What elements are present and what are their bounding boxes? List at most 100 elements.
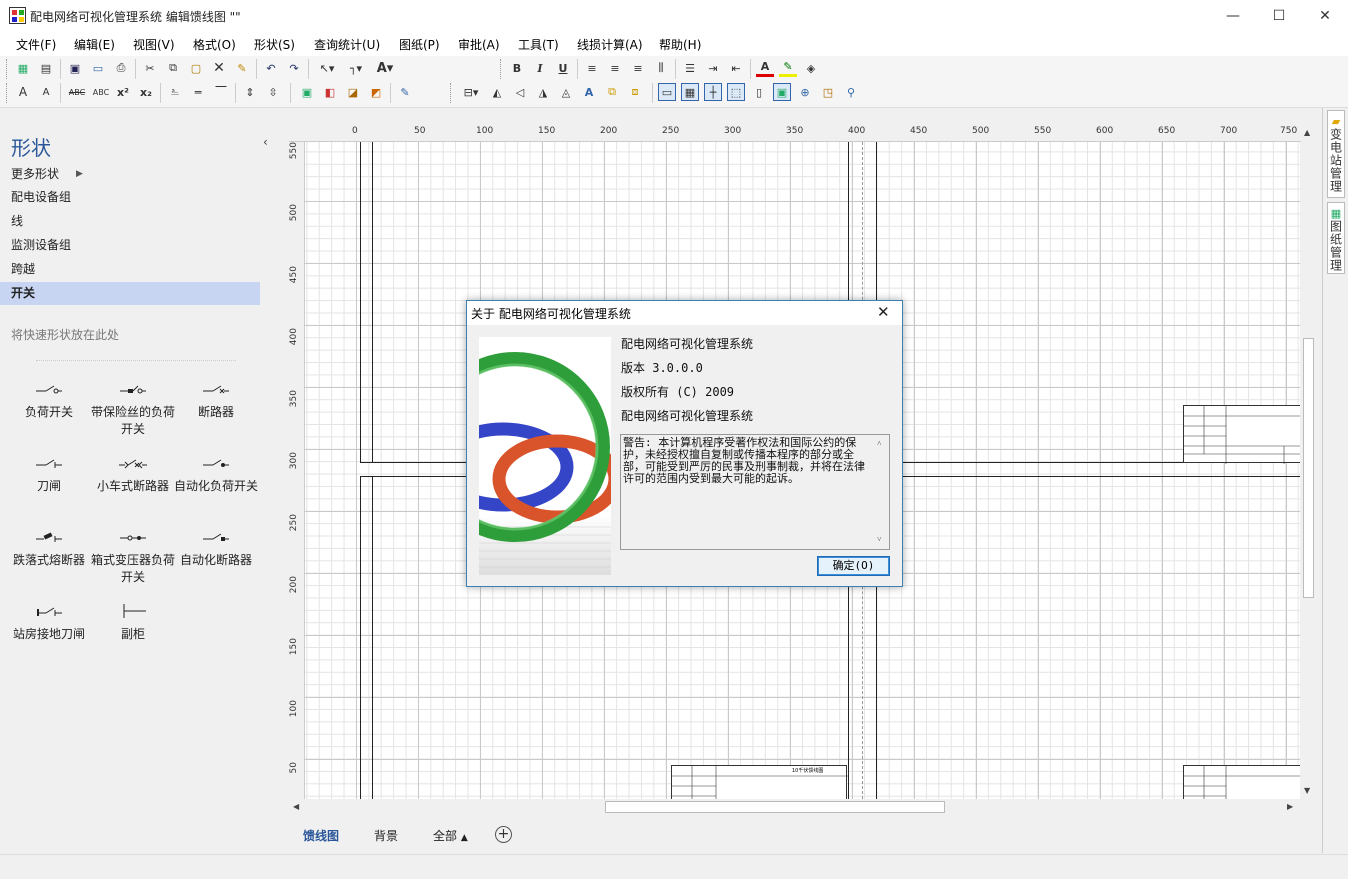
vertical-scroll-thumb[interactable] <box>1303 338 1314 598</box>
small-caps-button[interactable]: ABC <box>90 83 112 101</box>
menu-view[interactable]: 视图(V) <box>133 36 175 53</box>
format-painter-icon[interactable]: ✎ <box>233 59 251 77</box>
ok-button[interactable]: 确定(O) <box>817 556 890 576</box>
menu-drawing[interactable]: 图纸(P) <box>399 36 440 53</box>
menu-lineloss[interactable]: 线损计算(A) <box>577 36 643 53</box>
indent-icon[interactable]: ⇥ <box>704 59 722 77</box>
maximize-button[interactable]: ☐ <box>1256 0 1302 32</box>
theme-icon[interactable]: ◩ <box>367 83 385 101</box>
fill-icon[interactable]: ◈ <box>802 59 820 77</box>
category-distribution-group[interactable]: 配电设备组 <box>0 186 260 209</box>
stencil-fused-load-switch[interactable]: 带保险丝的负荷开关 <box>91 378 175 438</box>
line-spacing-up-icon[interactable]: ⇕ <box>241 83 259 101</box>
category-switch[interactable]: 开关 <box>0 282 260 305</box>
new-icon[interactable]: ▦ <box>14 59 32 77</box>
stencil-trolley-breaker[interactable]: 小车式断路器 <box>91 452 175 495</box>
strikethrough-button[interactable]: ABC <box>66 83 88 101</box>
undo-icon[interactable]: ↶ <box>262 59 280 77</box>
ungroup-icon[interactable]: ⧈ <box>626 83 644 101</box>
menu-help[interactable]: 帮助(H) <box>659 36 701 53</box>
template-icon[interactable]: ▤ <box>37 59 55 77</box>
valign-bottom-icon[interactable]: ⎁ <box>166 83 184 101</box>
align-left-icon[interactable]: ≡ <box>583 59 601 77</box>
connector-tool-icon[interactable]: ┐▾ <box>342 59 370 77</box>
ruler-toggle-icon[interactable]: ▭ <box>658 83 676 101</box>
zoom-icon[interactable]: ⊕ <box>796 83 814 101</box>
bold-button[interactable]: B <box>508 59 526 77</box>
page-setup-icon[interactable]: ▯ <box>750 83 768 101</box>
superscript-button[interactable]: x² <box>114 83 132 101</box>
pointer-tool-icon[interactable]: ↖▾ <box>314 59 340 77</box>
scroll-down-icon[interactable]: ▼ <box>1304 786 1310 795</box>
connection-points-icon[interactable]: ⬚ <box>727 83 745 101</box>
save-icon[interactable]: ▣ <box>66 59 84 77</box>
scroll-right-icon[interactable]: ▶ <box>1287 802 1293 811</box>
italic-button[interactable]: I <box>531 59 549 77</box>
tab-substation-management[interactable]: ▰ 变电站管理 <box>1327 110 1345 198</box>
minimize-button[interactable]: — <box>1210 0 1256 32</box>
flip-h-icon[interactable]: ◭ <box>488 83 506 101</box>
category-line[interactable]: 线 <box>0 210 260 233</box>
menu-approve[interactable]: 审批(A) <box>458 36 500 53</box>
outdent-icon[interactable]: ⇤ <box>727 59 745 77</box>
valign-middle-icon[interactable]: ═ <box>189 83 207 101</box>
paste-icon[interactable]: ▢ <box>187 59 205 77</box>
toolbar-grip[interactable] <box>450 83 453 103</box>
toolbar-grip[interactable] <box>6 83 9 103</box>
subscript-button[interactable]: x₂ <box>137 83 155 101</box>
group-icon[interactable]: ⧉ <box>603 83 621 101</box>
shrink-font-button[interactable]: A <box>37 83 55 101</box>
scroll-down-icon[interactable]: ˅ <box>877 534 882 546</box>
add-page-button[interactable]: + <box>495 826 512 843</box>
scroll-left-icon[interactable]: ◀ <box>293 802 299 811</box>
layer-icon[interactable]: ◪ <box>344 83 362 101</box>
grid-toggle-icon[interactable]: ▦ <box>681 83 699 101</box>
font-color-button[interactable]: A <box>756 59 774 77</box>
more-shapes-item[interactable]: 更多形状 ▶ <box>0 163 260 186</box>
align-center-icon[interactable]: ≡ <box>606 59 624 77</box>
cut-icon[interactable]: ✂ <box>141 59 159 77</box>
stencil-auto-load-switch[interactable]: 自动化负荷开关 <box>174 452 258 495</box>
guides-toggle-icon[interactable]: ┼ <box>704 83 722 101</box>
bullets-icon[interactable]: ☰ <box>681 59 699 77</box>
copy-icon[interactable]: ⧉ <box>164 59 182 77</box>
highlight-icon[interactable]: ✎ <box>779 59 797 77</box>
insert-shape-icon[interactable]: ◧ <box>321 83 339 101</box>
stencil-box-transformer-switch[interactable]: 箱式变压器负荷开关 <box>91 526 175 586</box>
stencil-load-switch[interactable]: 负荷开关 <box>7 378 91 421</box>
tab-drawing-management[interactable]: ▦ 图纸管理 <box>1327 202 1345 274</box>
align-right-icon[interactable]: ≡ <box>629 59 647 77</box>
pan-zoom-icon[interactable]: ▣ <box>773 83 791 101</box>
distribute-icon[interactable]: ⫼ <box>652 59 670 77</box>
underline-button[interactable]: U <box>554 59 572 77</box>
grow-font-button[interactable]: A <box>14 83 32 101</box>
warning-textbox[interactable]: 警告: 本计算机程序受著作权法和国际公约的保护，未经授权擅自复制或传播本程序的部… <box>620 434 890 550</box>
line-spacing-down-icon[interactable]: ⇳ <box>264 83 282 101</box>
print-icon[interactable]: ⎙ <box>112 59 130 77</box>
text-rotate-icon[interactable]: A <box>580 83 598 101</box>
toolbar-grip[interactable] <box>6 59 9 79</box>
redo-icon[interactable]: ↷ <box>285 59 303 77</box>
scroll-up-icon[interactable]: ▲ <box>1304 128 1310 137</box>
properties-icon[interactable]: ◳ <box>819 83 837 101</box>
stencil-sub-cabinet[interactable]: 副柜 <box>91 600 175 643</box>
layout-icon[interactable]: ⚲ <box>842 83 860 101</box>
valign-top-icon[interactable]: ⎺ <box>212 83 230 101</box>
stencil-drop-fuse[interactable]: 跌落式熔断器 <box>7 526 91 569</box>
warning-scrollbar[interactable]: ˄ ˅ <box>874 436 888 548</box>
stencil-breaker[interactable]: 断路器 <box>174 378 258 421</box>
open-icon[interactable]: ▭ <box>89 59 107 77</box>
tab-background[interactable]: 背景 <box>374 827 398 844</box>
menu-tools[interactable]: 工具(T) <box>518 36 559 53</box>
tab-all[interactable]: 全部 ▲ <box>433 827 468 844</box>
collapse-panel-icon[interactable]: ‹ <box>263 135 268 149</box>
menu-file[interactable]: 文件(F) <box>16 36 56 53</box>
dialog-close-button[interactable]: ✕ <box>877 303 890 321</box>
insert-picture-icon[interactable]: ▣ <box>298 83 316 101</box>
stencil-ground-knife[interactable]: 站房接地刀闸 <box>7 600 91 643</box>
stencil-auto-breaker[interactable]: 自动化断路器 <box>174 526 258 569</box>
tab-feeder[interactable]: 馈线图 <box>303 827 339 844</box>
flip-v-icon[interactable]: ◁ <box>511 83 529 101</box>
delete-icon[interactable]: ✕ <box>210 59 228 77</box>
category-monitor-group[interactable]: 监测设备组 <box>0 234 260 257</box>
